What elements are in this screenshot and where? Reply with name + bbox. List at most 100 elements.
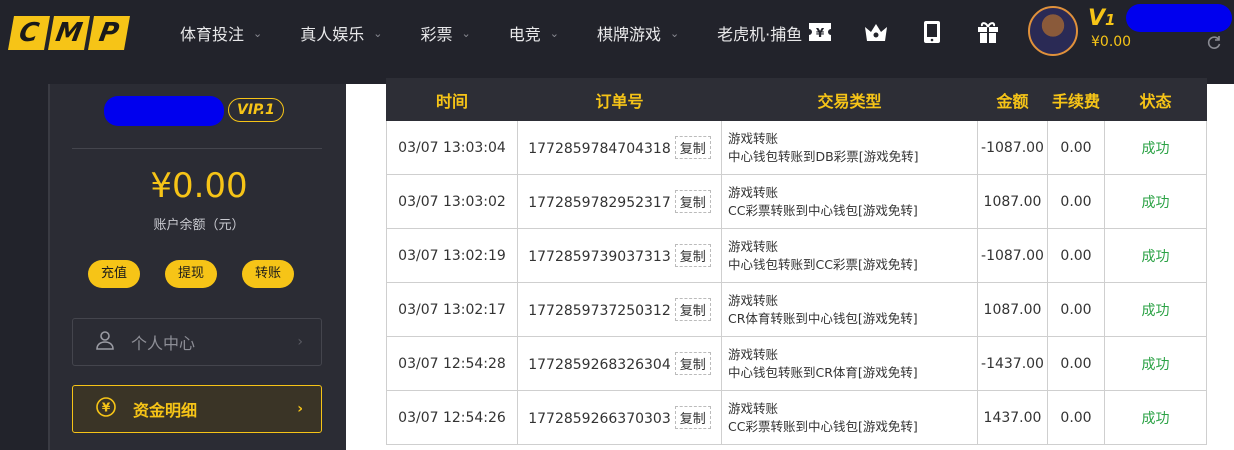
- chevron-down-icon: ⌄: [461, 26, 471, 40]
- copy-button[interactable]: 复制: [674, 298, 711, 321]
- cell-amount: -1437.00: [977, 336, 1048, 391]
- cell-type: 游戏转账 中心钱包转账到CR体育[游戏免转]: [721, 336, 978, 391]
- table-row: 03/07 13:03:02 1772859782952317 复制 游戏转账 CC…: [386, 174, 1207, 229]
- type-title: 游戏转账: [728, 130, 779, 146]
- type-detail: 中心钱包转账到CC彩票[游戏免转]: [728, 256, 918, 272]
- type-detail: CC彩票转账到中心钱包[游戏免转]: [728, 418, 918, 434]
- gift-icon[interactable]: [974, 18, 1002, 46]
- copy-button[interactable]: 复制: [674, 352, 711, 375]
- copy-button[interactable]: 复制: [674, 190, 711, 213]
- col-header-type: 交易类型: [721, 78, 978, 121]
- chevron-down-icon: ⌄: [373, 26, 383, 40]
- cell-amount: -1087.00: [977, 228, 1048, 283]
- cell-amount: 1087.00: [977, 174, 1048, 229]
- avatar[interactable]: [1028, 6, 1078, 56]
- order-number: 1772859784704318: [528, 141, 671, 157]
- vip-badge: VIP.1: [228, 98, 284, 122]
- left-gutter: [0, 84, 48, 450]
- refresh-icon[interactable]: [1206, 34, 1222, 50]
- top-bar: C M P 体育投注 ⌄ 真人娱乐 ⌄ 彩票 ⌄ 电竞 ⌄ 棋牌游戏 ⌄ 老虎机·捕鱼 ¥…: [0, 0, 1234, 84]
- cell-fee: 0.00: [1047, 336, 1105, 391]
- cell-type: 游戏转账 CR体育转账到中心钱包[游戏免转]: [721, 282, 978, 337]
- type-detail: CC彩票转账到中心钱包[游戏免转]: [728, 202, 918, 218]
- level-number: 1: [1105, 11, 1116, 29]
- type-title: 游戏转账: [728, 184, 779, 200]
- ticket-icon[interactable]: ¥: [806, 18, 834, 46]
- cell-amount: 1087.00: [977, 282, 1048, 337]
- col-header-amount: 金额: [977, 78, 1048, 121]
- user-level: V1: [1088, 6, 1115, 31]
- order-number: 1772859737250312: [528, 303, 671, 319]
- chevron-down-icon: ⌄: [549, 26, 559, 40]
- nav-item-card-games[interactable]: 棋牌游戏 ⌄: [597, 21, 679, 45]
- nav-item-sports[interactable]: 体育投注 ⌄: [180, 21, 262, 45]
- nav-item-lottery[interactable]: 彩票 ⌄: [420, 21, 470, 45]
- nav-item-esports[interactable]: 电竞 ⌄: [509, 21, 559, 45]
- cell-order: 1772859784704318 复制: [517, 120, 722, 175]
- nav-item-slots-fishing[interactable]: 老虎机·捕鱼: [717, 21, 802, 45]
- balance-label: 账户余额（元）: [153, 218, 245, 233]
- order-number: 1772859268326304: [528, 357, 671, 373]
- account-balance: ¥0.00: [150, 166, 248, 206]
- copy-button[interactable]: 复制: [674, 244, 711, 267]
- menu-label: 个人中心: [131, 334, 196, 353]
- nav-item-label: 电竞: [508, 25, 541, 44]
- cell-type: 游戏转账 中心钱包转账到CC彩票[游戏免转]: [721, 228, 978, 283]
- cell-status: 成功: [1104, 174, 1207, 229]
- cell-time: 03/07 13:03:04: [386, 120, 518, 175]
- table-row: 03/07 12:54:28 1772859268326304 复制 游戏转账 中心…: [386, 336, 1207, 391]
- yen-coin-icon: ¥: [95, 396, 117, 422]
- cell-order: 1772859268326304 复制: [517, 336, 722, 391]
- cell-status: 成功: [1104, 228, 1207, 283]
- cell-order: 1772859782952317 复制: [517, 174, 722, 229]
- account-sidebar: VIP.1 ¥0.00 账户余额（元） 充值 提现 转账 个人中心 › ¥ 资金…: [48, 84, 346, 450]
- cell-fee: 0.00: [1047, 390, 1105, 445]
- col-header-time: 时间: [386, 78, 518, 121]
- nav-item-label: 彩票: [420, 25, 453, 44]
- type-detail: CR体育转账到中心钱包[游戏免转]: [728, 310, 918, 326]
- crown-icon[interactable]: [862, 18, 890, 46]
- chevron-down-icon: ⌄: [253, 26, 263, 40]
- chevron-right-icon: ›: [297, 334, 303, 350]
- cell-fee: 0.00: [1047, 282, 1105, 337]
- main-nav: 体育投注 ⌄ 真人娱乐 ⌄ 彩票 ⌄ 电竞 ⌄ 棋牌游戏 ⌄ 老虎机·捕鱼: [180, 0, 840, 66]
- cell-order: 1772859266370303 复制: [517, 390, 722, 445]
- svg-text:¥: ¥: [816, 26, 825, 40]
- order-number: 1772859266370303: [528, 411, 671, 427]
- logo-letter: C: [8, 16, 50, 50]
- menu-label: 资金明细: [133, 401, 198, 420]
- logo-letter: M: [48, 16, 90, 50]
- menu-fund-details[interactable]: ¥ 资金明细 ›: [72, 385, 322, 433]
- deposit-button[interactable]: 充值: [88, 260, 141, 288]
- transfer-button[interactable]: 转账: [242, 260, 295, 288]
- type-title: 游戏转账: [728, 400, 779, 416]
- type-detail: 中心钱包转账到DB彩票[游戏免转]: [728, 148, 919, 164]
- level-letter: V: [1088, 6, 1106, 31]
- table-row: 03/07 12:54:26 1772859266370303 复制 游戏转账 CC…: [386, 390, 1207, 445]
- menu-personal-center[interactable]: 个人中心 ›: [72, 318, 322, 366]
- logo-letter: P: [88, 16, 130, 50]
- type-detail: 中心钱包转账到CR体育[游戏免转]: [728, 364, 918, 380]
- order-number: 1772859782952317: [528, 195, 671, 211]
- divider: [72, 148, 322, 149]
- nav-item-label: 真人娱乐: [300, 25, 365, 44]
- user-icon: [95, 330, 115, 354]
- copy-button[interactable]: 复制: [674, 406, 711, 429]
- header-balance: ¥0.00: [1091, 34, 1132, 50]
- cell-fee: 0.00: [1047, 228, 1105, 283]
- cell-fee: 0.00: [1047, 120, 1105, 175]
- logo[interactable]: C M P: [8, 16, 130, 50]
- cell-time: 03/07 12:54:28: [386, 336, 518, 391]
- table-row: 03/07 13:03:04 1772859784704318 复制 游戏转账中心…: [386, 120, 1207, 175]
- cell-status: 成功: [1104, 120, 1207, 175]
- table-row: 03/07 13:02:19 1772859739037313 复制 游戏转账 中心…: [386, 228, 1207, 283]
- tablet-icon[interactable]: [918, 18, 946, 46]
- type-title: 游戏转账: [728, 292, 779, 308]
- redacted-username: [1126, 4, 1232, 32]
- copy-button[interactable]: 复制: [674, 136, 711, 159]
- cell-order: 1772859739037313 复制: [517, 228, 722, 283]
- col-header-status: 状态: [1104, 78, 1207, 121]
- nav-item-live-casino[interactable]: 真人娱乐 ⌄: [300, 21, 382, 45]
- withdraw-button[interactable]: 提现: [165, 260, 218, 288]
- cell-type: 游戏转账 CC彩票转账到中心钱包[游戏免转]: [721, 390, 978, 445]
